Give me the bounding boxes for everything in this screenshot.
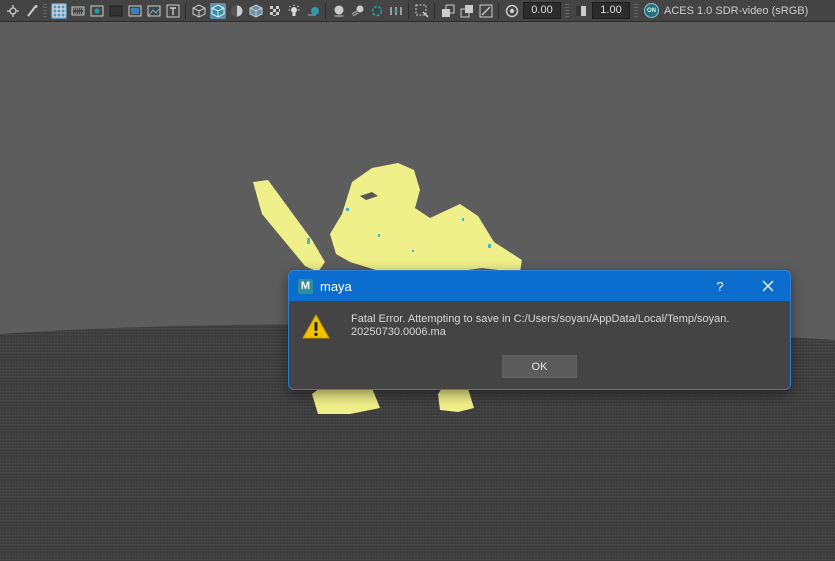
wireframe-cube-icon[interactable] xyxy=(191,3,207,19)
exposure-field[interactable]: 0.00 xyxy=(523,2,561,19)
dialog-body: Fatal Error. Attempting to save in C:/Us… xyxy=(289,301,790,388)
ambient-occlusion-icon[interactable] xyxy=(331,3,347,19)
default-material-icon[interactable] xyxy=(229,3,245,19)
help-button[interactable]: ? xyxy=(710,271,730,301)
transform-gizmo-icon[interactable] xyxy=(5,3,21,19)
safe-title-icon[interactable] xyxy=(165,3,181,19)
lights-icon[interactable] xyxy=(286,3,302,19)
dialog-message: Fatal Error. Attempting to save in C:/Us… xyxy=(351,313,771,339)
anti-aliasing-icon[interactable] xyxy=(369,3,385,19)
smooth-shaded-cube-icon[interactable] xyxy=(209,2,226,19)
color-space-label[interactable]: ACES 1.0 SDR-video (sRGB) xyxy=(664,5,808,17)
close-icon xyxy=(762,280,774,292)
3d-viewport[interactable]: M maya ? Fatal Error. Attempting to save… xyxy=(0,22,835,561)
field-chart-icon[interactable] xyxy=(127,3,143,19)
safe-action-icon[interactable] xyxy=(146,3,162,19)
message-line-1: Fatal Error. Attempting to save in C:/Us… xyxy=(351,313,730,325)
checker-icon[interactable] xyxy=(267,3,283,19)
ok-button[interactable]: OK xyxy=(502,355,577,378)
grid-icon[interactable] xyxy=(50,2,67,19)
isolate-select-icon[interactable] xyxy=(414,3,430,19)
maya-logo-icon: M xyxy=(298,278,313,294)
depth-of-field-icon[interactable] xyxy=(388,3,404,19)
close-button[interactable] xyxy=(756,271,780,301)
xray-joints-icon[interactable] xyxy=(459,3,475,19)
fatal-error-dialog: M maya ? Fatal Error. Attempting to save… xyxy=(288,270,791,390)
textured-icon[interactable] xyxy=(248,3,264,19)
gamma-field[interactable]: 1.00 xyxy=(592,2,630,19)
film-gate-icon[interactable] xyxy=(70,3,86,19)
warning-icon xyxy=(302,313,330,339)
xray-icon[interactable] xyxy=(440,3,456,19)
xray-components-icon[interactable] xyxy=(478,3,494,19)
message-line-2: 20250730.0006.ma xyxy=(351,326,446,338)
dialog-title-bar[interactable]: M maya ? xyxy=(289,271,790,301)
resolution-gate-icon[interactable] xyxy=(89,3,105,19)
gate-mask-icon[interactable] xyxy=(108,3,124,19)
paint-brush-icon[interactable] xyxy=(24,3,40,19)
shadows-icon[interactable] xyxy=(305,3,321,19)
exposure-icon[interactable] xyxy=(504,3,520,19)
dialog-title: maya xyxy=(320,278,352,294)
motion-blur-icon[interactable] xyxy=(350,3,366,19)
gamma-icon[interactable] xyxy=(573,3,589,19)
color-management-toggle[interactable]: ON xyxy=(644,3,659,18)
viewport-toolbar: 0.00 1.00 ON ACES 1.0 SDR-video (sRGB) xyxy=(0,0,835,22)
